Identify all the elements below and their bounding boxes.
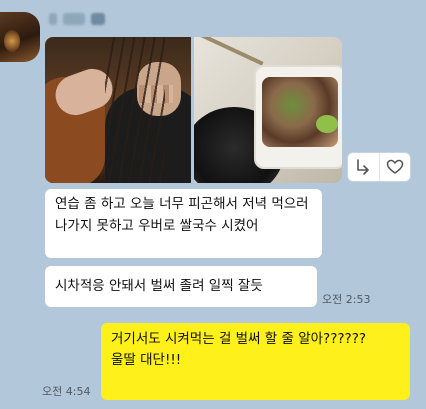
share-button[interactable] bbox=[348, 153, 379, 181]
message-bubble[interactable]: 연습 좀 하고 오늘 너무 피곤해서 저녁 먹으러 나가지 못하고 우버로 쌀국… bbox=[45, 189, 322, 258]
my-message-text: 거기서도 시켜먹는 걸 벌써 할 줄 알아?????? 울딸 대단!!! bbox=[111, 331, 367, 368]
sender-name-blurred bbox=[49, 13, 57, 25]
message-time: 오전 2:53 bbox=[322, 293, 371, 306]
chopstick-shape bbox=[198, 37, 264, 66]
sender-name-blurred bbox=[63, 13, 85, 25]
share-icon bbox=[357, 159, 370, 175]
photo-message[interactable] bbox=[45, 37, 342, 183]
sender-avatar[interactable] bbox=[0, 12, 40, 62]
like-button[interactable] bbox=[378, 153, 411, 181]
heart-icon bbox=[386, 159, 403, 174]
cello-practice-photo[interactable] bbox=[45, 37, 191, 183]
message-time: 오전 4:54 bbox=[42, 385, 91, 398]
lime-shape bbox=[316, 115, 338, 133]
cello-strings bbox=[105, 37, 165, 183]
photo-actions bbox=[347, 152, 411, 182]
sender-name-blurred bbox=[91, 13, 105, 25]
food-shape bbox=[262, 77, 338, 147]
message-bubble[interactable]: 시차적응 안돼서 벌써 졸려 일찍 잘듯 bbox=[45, 266, 317, 307]
avatar-image-detail bbox=[4, 30, 20, 52]
my-message-bubble[interactable]: 거기서도 시켜먹는 걸 벌써 할 줄 알아?????? 울딸 대단!!! bbox=[101, 323, 410, 400]
sender-name[interactable] bbox=[45, 10, 125, 28]
pho-takeout-photo[interactable] bbox=[194, 37, 342, 183]
